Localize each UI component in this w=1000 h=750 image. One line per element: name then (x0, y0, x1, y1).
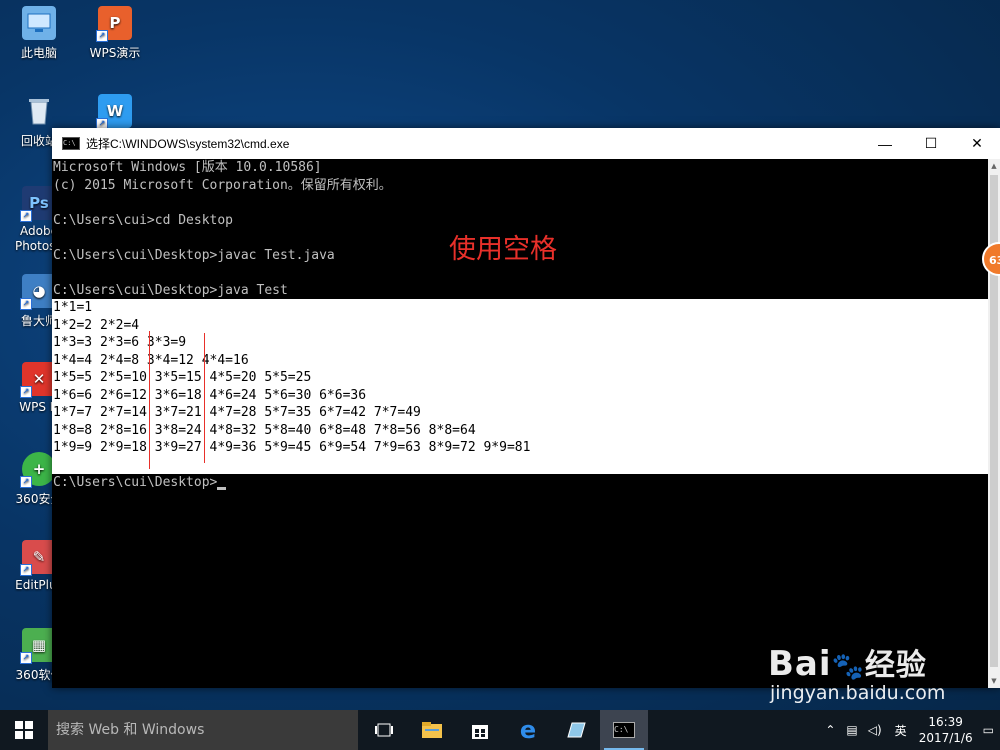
minimize-button[interactable]: — (862, 128, 908, 159)
title-bar[interactable]: C:\ 选择C:\WINDOWS\system32\cmd.exe — ☐ ✕ (52, 128, 1000, 159)
selected-line: 1*1=1 (53, 300, 93, 315)
console-line: C:\Users\cui\Desktop>java Test (53, 282, 288, 298)
volume-icon[interactable]: ◁) (863, 723, 887, 737)
close-button[interactable]: ✕ (954, 128, 1000, 159)
selected-line: 1*5=5 2*5=10 3*5=15 4*5=20 5*5=25 (53, 370, 312, 385)
file-explorer-icon (422, 722, 442, 738)
app-button[interactable] (552, 710, 600, 750)
annotation-line (204, 333, 205, 463)
selected-line: 1*4=4 2*4=8 3*4=12 4*4=16 (53, 352, 249, 368)
clock-date: 2017/1/6 (918, 731, 973, 745)
watermark-brand: Bai (768, 644, 832, 684)
prompt-line[interactable]: C:\Users\cui\Desktop> (52, 474, 227, 492)
wps-pdf-icon: ✕ ↗ (20, 362, 56, 398)
watermark-url: jingyan.baidu.com (770, 682, 946, 704)
wps-writer-icon: W ↗ (96, 94, 132, 130)
notification-center-icon[interactable]: ▭ (977, 723, 1000, 737)
window-title: 选择C:\WINDOWS\system32\cmd.exe (86, 137, 290, 151)
scroll-down-icon[interactable]: ▼ (988, 674, 1000, 688)
baidu-watermark: Bai🐾经验 jingyan.baidu.com (768, 640, 945, 704)
prompt-text: C:\Users\cui\Desktop> (53, 475, 218, 490)
console-line: Microsoft Windows [版本 10.0.10586] (53, 160, 322, 175)
file-explorer-button[interactable] (408, 710, 456, 750)
cmd-taskbar-button[interactable]: C:\ (600, 710, 648, 750)
desktop-icon-this-pc[interactable]: 此电脑 (2, 6, 76, 61)
desktop-icon-label: 此电脑 (20, 46, 57, 60)
paw-icon: 🐾 (831, 652, 865, 682)
scroll-up-icon[interactable]: ▲ (988, 159, 1000, 173)
taskbar: 搜索 Web 和 Windows e C:\ ⌃ ▤ ◁) 英 16:39 20… (0, 710, 1000, 750)
desktop-icon-label: WPS演示 (89, 46, 141, 60)
task-view-icon (375, 723, 393, 737)
recycle-bin-icon (22, 94, 56, 128)
text-cursor (217, 487, 227, 490)
console-output[interactable]: Microsoft Windows [版本 10.0.10586] (c) 20… (52, 159, 988, 688)
watermark-brand-cn: 经验 (864, 648, 927, 683)
search-input[interactable]: 搜索 Web 和 Windows (48, 710, 358, 750)
computer-icon (22, 6, 56, 40)
selected-line: 1*9=9 2*9=18 3*9=27 4*9=36 5*9=45 6*9=54… (53, 440, 531, 455)
clock-time: 16:39 (928, 715, 963, 729)
photoshop-icon: Ps ↗ (20, 186, 56, 222)
desktop-icon-wps-writer[interactable]: W ↗ (78, 94, 152, 132)
edge-button[interactable]: e (504, 710, 552, 750)
annotation-text: 使用空格 (449, 234, 557, 265)
360-safe-icon: + ↗ (20, 452, 56, 488)
desktop-icon-wps-presentation[interactable]: P ↗ WPS演示 (78, 6, 152, 61)
app-icon (567, 722, 586, 738)
edge-icon: e (519, 716, 537, 744)
console-line: (c) 2015 Microsoft Corporation。保留所有权利。 (53, 177, 392, 193)
selected-output[interactable]: 1*1=1 1*2=2 2*2=4 1*3=3 2*3=6 3*3=9 1*4=… (52, 299, 988, 474)
selected-line: 1*6=6 2*6=12 3*6=18 4*6=24 5*6=30 6*6=36 (53, 387, 367, 403)
vertical-scrollbar[interactable]: ▲ ▼ (988, 159, 1000, 688)
cmd-icon: C:\ (62, 137, 80, 150)
selected-line: 1*2=2 2*2=4 (53, 317, 140, 333)
360-software-icon: ▦ ↗ (20, 628, 56, 664)
editplus-icon: ✎ ↗ (20, 540, 56, 576)
ime-indicator[interactable]: 英 (887, 722, 915, 739)
start-button[interactable] (0, 710, 48, 750)
clock[interactable]: 16:39 2017/1/6 (915, 714, 977, 746)
store-button[interactable] (456, 710, 504, 750)
task-view-button[interactable] (360, 710, 408, 750)
ludashi-icon: ◕ ↗ (20, 274, 56, 310)
cmd-window[interactable]: C:\ 选择C:\WINDOWS\system32\cmd.exe — ☐ ✕ … (52, 128, 1000, 688)
maximize-button[interactable]: ☐ (908, 128, 954, 159)
chevron-up-icon[interactable]: ⌃ (819, 723, 841, 737)
store-icon (472, 725, 488, 739)
cmd-icon: C:\ (613, 722, 635, 738)
selected-line: 1*8=8 2*8=16 3*8=24 4*8=32 5*8=40 6*8=48… (53, 422, 476, 438)
selected-line: 1*7=7 2*7=14 3*7=21 4*7=28 5*7=35 6*7=42… (53, 405, 421, 420)
annotation-line (149, 331, 150, 469)
windows-icon (15, 721, 33, 739)
network-icon[interactable]: ▤ (841, 723, 862, 737)
wps-presentation-icon: P ↗ (96, 6, 132, 42)
system-tray: ⌃ ▤ ◁) 英 16:39 2017/1/6 ▭ (819, 710, 1000, 750)
selected-line: 1*3=3 2*3=6 3*3=9 (53, 335, 187, 350)
